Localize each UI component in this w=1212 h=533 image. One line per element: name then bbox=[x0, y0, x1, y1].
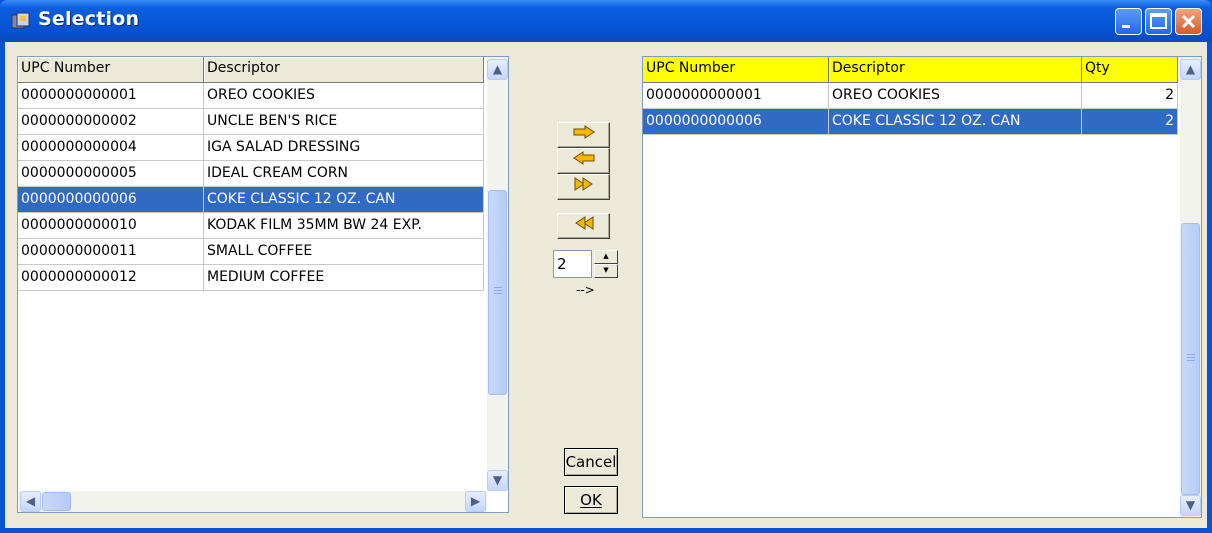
scroll-left-button[interactable]: ◀ bbox=[20, 491, 41, 512]
minimize-icon bbox=[1122, 25, 1130, 28]
spin-up-icon: ▲ bbox=[603, 252, 609, 260]
scroll-up-button[interactable]: ▲ bbox=[487, 59, 508, 80]
table-row[interactable]: 0000000000006 COKE CLASSIC 12 OZ. CAN 2 bbox=[643, 109, 1178, 135]
available-items-rows: 0000000000001 OREO COOKIES 0000000000002 UN… bbox=[18, 83, 484, 291]
table-cell: 2 bbox=[1082, 109, 1178, 135]
remove-all-button[interactable] bbox=[557, 213, 610, 239]
table-cell: 2 bbox=[1082, 83, 1178, 109]
table-cell: COKE CLASSIC 12 OZ. CAN bbox=[204, 187, 484, 213]
table-cell: MEDIUM COFFEE bbox=[204, 265, 484, 291]
table-cell: OREO COOKIES bbox=[204, 83, 484, 109]
left-vertical-scrollbar[interactable]: ▲ ▼ bbox=[487, 57, 508, 491]
column-header-qty[interactable]: Qty bbox=[1082, 57, 1178, 83]
dialog-client-area: UPC Number Descriptor 0000000000001 OREO … bbox=[5, 42, 1207, 528]
table-cell: 0000000000011 bbox=[18, 239, 204, 265]
quantity-stepper[interactable]: 2 ▲ ▼ bbox=[553, 250, 619, 278]
maximize-icon bbox=[1150, 13, 1167, 29]
available-items-header: UPC Number Descriptor bbox=[18, 57, 484, 83]
table-row[interactable]: 0000000000011 SMALL COFFEE bbox=[18, 239, 484, 265]
table-cell: KODAK FILM 35MM BW 24 EXP. bbox=[204, 213, 484, 239]
table-cell: COKE CLASSIC 12 OZ. CAN bbox=[829, 109, 1082, 135]
ok-button[interactable]: OK bbox=[564, 486, 618, 514]
column-header-descriptor[interactable]: Descriptor bbox=[204, 57, 484, 83]
right-scroll-thumb[interactable] bbox=[1181, 223, 1200, 495]
column-header-upc[interactable]: UPC Number bbox=[643, 57, 829, 83]
chevron-down-icon: ▼ bbox=[492, 473, 503, 487]
right-vertical-scrollbar[interactable]: ▲ ▼ bbox=[1180, 57, 1201, 517]
chevron-left-icon: ◀ bbox=[25, 494, 36, 508]
left-hscroll-thumb[interactable] bbox=[42, 492, 71, 511]
arrow-right-icon bbox=[573, 125, 595, 139]
left-scroll-thumb[interactable] bbox=[488, 190, 507, 395]
chevron-up-icon: ▲ bbox=[1185, 62, 1196, 76]
maximize-button[interactable] bbox=[1145, 8, 1172, 35]
scroll-down-button[interactable]: ▼ bbox=[1180, 495, 1201, 516]
column-header-descriptor[interactable]: Descriptor bbox=[829, 57, 1082, 83]
quantity-input[interactable]: 2 bbox=[553, 250, 592, 278]
table-cell: IGA SALAD DRESSING bbox=[204, 135, 484, 161]
ok-button-label: OK bbox=[580, 491, 602, 509]
app-icon bbox=[11, 12, 30, 29]
table-row[interactable]: 0000000000005 IDEAL CREAM CORN bbox=[18, 161, 484, 187]
spin-down-icon: ▼ bbox=[603, 266, 609, 274]
quantity-up-button[interactable]: ▲ bbox=[594, 250, 618, 264]
scroll-up-button[interactable]: ▲ bbox=[1180, 59, 1201, 80]
double-arrow-right-icon bbox=[574, 177, 593, 191]
available-items-grid[interactable]: UPC Number Descriptor 0000000000001 OREO … bbox=[17, 56, 509, 513]
quantity-down-button[interactable]: ▼ bbox=[594, 264, 618, 278]
double-arrow-left-icon bbox=[574, 216, 593, 230]
table-cell: 0000000000010 bbox=[18, 213, 204, 239]
selected-items-grid[interactable]: UPC Number Descriptor Qty 0000000000001 O… bbox=[642, 56, 1202, 518]
selection-window: Selection UPC Number Descriptor 00000000… bbox=[0, 0, 1212, 533]
table-cell: SMALL COFFEE bbox=[204, 239, 484, 265]
cancel-button[interactable]: Cancel bbox=[564, 448, 618, 476]
table-cell: IDEAL CREAM CORN bbox=[204, 161, 484, 187]
close-button[interactable] bbox=[1175, 8, 1202, 35]
table-cell: OREO COOKIES bbox=[829, 83, 1082, 109]
remove-selected-button[interactable] bbox=[557, 148, 610, 174]
table-row[interactable]: 0000000000001 OREO COOKIES 2 bbox=[643, 83, 1178, 109]
table-row[interactable]: 0000000000001 OREO COOKIES bbox=[18, 83, 484, 109]
chevron-right-icon: ▶ bbox=[470, 494, 481, 508]
selected-items-rows: 0000000000001 OREO COOKIES 2 0000000000006 C… bbox=[643, 83, 1178, 135]
title-bar[interactable]: Selection bbox=[0, 0, 1212, 42]
chevron-down-icon: ▼ bbox=[1185, 498, 1196, 512]
table-row[interactable]: 0000000000010 KODAK FILM 35MM BW 24 EXP. bbox=[18, 213, 484, 239]
table-row[interactable]: 0000000000004 IGA SALAD DRESSING bbox=[18, 135, 484, 161]
column-header-upc[interactable]: UPC Number bbox=[18, 57, 204, 83]
table-row[interactable]: 0000000000002 UNCLE BEN'S RICE bbox=[18, 109, 484, 135]
minimize-button[interactable] bbox=[1115, 8, 1142, 35]
table-cell: 0000000000002 bbox=[18, 109, 204, 135]
add-all-button[interactable] bbox=[557, 174, 610, 200]
chevron-up-icon: ▲ bbox=[492, 62, 503, 76]
table-cell: 0000000000006 bbox=[18, 187, 204, 213]
scroll-down-button[interactable]: ▼ bbox=[487, 470, 508, 491]
close-icon bbox=[1181, 14, 1196, 29]
table-cell: UNCLE BEN'S RICE bbox=[204, 109, 484, 135]
table-row[interactable]: 0000000000006 COKE CLASSIC 12 OZ. CAN bbox=[18, 187, 484, 213]
left-horizontal-scrollbar[interactable]: ◀ ▶ bbox=[18, 491, 487, 512]
add-selected-button[interactable] bbox=[557, 122, 610, 148]
scroll-right-button[interactable]: ▶ bbox=[465, 491, 486, 512]
selected-items-header: UPC Number Descriptor Qty bbox=[643, 57, 1178, 83]
table-cell: 0000000000001 bbox=[643, 83, 829, 109]
window-title: Selection bbox=[38, 8, 140, 30]
arrow-left-icon bbox=[572, 151, 594, 165]
quantity-hint: --> bbox=[576, 283, 595, 297]
table-cell: 0000000000001 bbox=[18, 83, 204, 109]
table-row[interactable]: 0000000000012 MEDIUM COFFEE bbox=[18, 265, 484, 291]
table-cell: 0000000000012 bbox=[18, 265, 204, 291]
table-cell: 0000000000006 bbox=[643, 109, 829, 135]
table-cell: 0000000000004 bbox=[18, 135, 204, 161]
table-cell: 0000000000005 bbox=[18, 161, 204, 187]
